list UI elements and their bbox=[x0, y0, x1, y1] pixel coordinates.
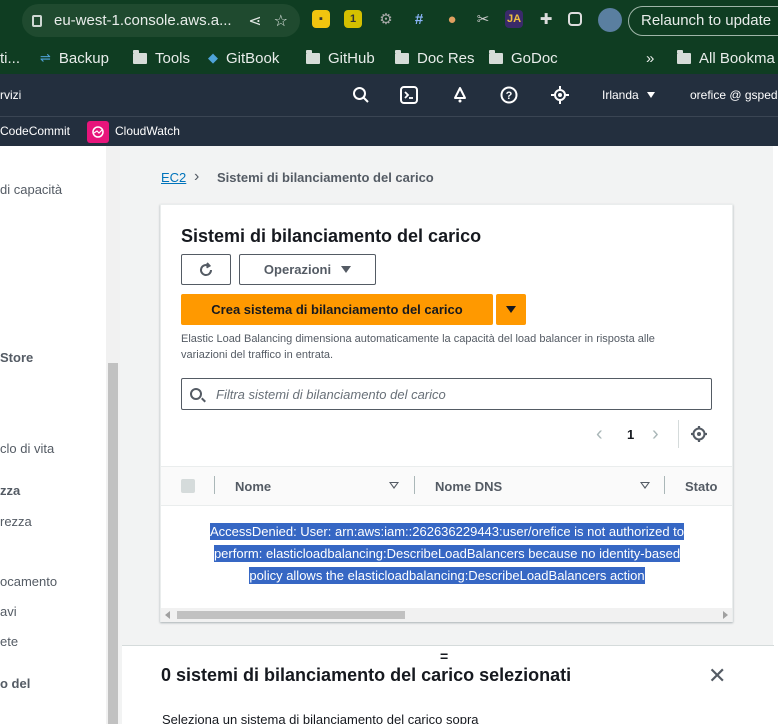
sidebar-item[interactable]: ete bbox=[0, 634, 18, 649]
sidebar-item[interactable]: ocamento bbox=[0, 574, 57, 589]
selection-hint: Seleziona un sistema di bilanciamento de… bbox=[162, 712, 479, 724]
sidebar-scroll-thumb[interactable] bbox=[108, 363, 118, 724]
column-header-dns[interactable]: Nome DNS bbox=[435, 479, 502, 494]
access-denied-error: AccessDenied: User: arn:aws:iam::2626362… bbox=[209, 523, 685, 584]
browser-toolbar: eu-west-1.console.aws.a... ⋖ ☆ ▪ 1 ⚙ # ●… bbox=[0, 0, 778, 42]
bookmark-backup[interactable]: ⇌ Backup bbox=[40, 42, 109, 74]
operations-dropdown[interactable]: Operazioni bbox=[239, 254, 376, 285]
extension-hash-icon[interactable]: # bbox=[410, 10, 428, 28]
breadcrumb-current: Sistemi di bilanciamento del carico bbox=[217, 170, 434, 185]
relaunch-button[interactable]: Relaunch to update bbox=[628, 6, 778, 36]
sidebar-item[interactable]: di capacità bbox=[0, 182, 62, 197]
bookmark-item[interactable]: ti... bbox=[0, 42, 20, 74]
sidebar-item[interactable]: clo di vita bbox=[0, 441, 54, 456]
filter-input[interactable]: Filtra sistemi di bilanciamento del cari… bbox=[181, 378, 712, 410]
extension-scissors-icon[interactable]: ✂ bbox=[474, 10, 492, 28]
search-icon bbox=[190, 388, 202, 400]
table-horizontal-scrollbar[interactable] bbox=[161, 608, 732, 622]
chevron-down-icon bbox=[646, 92, 655, 98]
folder-icon bbox=[489, 49, 503, 64]
next-page-icon[interactable]: › bbox=[652, 423, 659, 446]
folder-icon bbox=[677, 49, 691, 64]
sidepanel-icon[interactable] bbox=[568, 12, 582, 26]
scroll-left-icon[interactable] bbox=[165, 611, 170, 619]
extension-gear-icon[interactable]: ⚙ bbox=[377, 10, 395, 28]
filter-placeholder: Filtra sistemi di bilanciamento del cari… bbox=[216, 386, 446, 402]
gear-icon[interactable] bbox=[690, 425, 708, 448]
folder-icon bbox=[133, 49, 147, 64]
search-icon[interactable] bbox=[352, 74, 370, 116]
close-icon[interactable]: ✕ bbox=[708, 663, 726, 689]
bookmarks-bar: ti... ⇌ Backup Tools ◆ GitBook GitHub Doc … bbox=[0, 42, 778, 74]
sidebar-section: zza bbox=[0, 483, 21, 498]
gitbook-icon: ◆ bbox=[208, 50, 218, 65]
star-icon[interactable]: ☆ bbox=[274, 11, 288, 31]
extension-ja-icon[interactable]: JA bbox=[505, 10, 523, 28]
address-bar[interactable]: eu-west-1.console.aws.a... ⋖ ☆ bbox=[22, 4, 300, 37]
bookmarks-overflow[interactable]: » bbox=[646, 42, 654, 74]
favorite-cloudwatch[interactable]: CloudWatch bbox=[115, 124, 180, 138]
sort-icon[interactable] bbox=[389, 482, 399, 489]
extension-badge-icon[interactable]: 1 bbox=[344, 10, 362, 28]
sidebar-item[interactable]: rezza bbox=[0, 514, 32, 529]
help-icon[interactable]: ? bbox=[500, 74, 518, 116]
sort-icon[interactable] bbox=[640, 482, 650, 489]
bell-icon[interactable] bbox=[451, 74, 469, 116]
profile-avatar-icon[interactable] bbox=[598, 8, 622, 32]
favorites-bar: CodeCommit CloudWatch bbox=[0, 116, 778, 146]
create-load-balancer-button[interactable]: Crea sistema di bilanciamento del carico bbox=[181, 294, 493, 325]
column-divider[interactable] bbox=[664, 476, 665, 494]
share-icon[interactable]: ⋖ bbox=[248, 11, 261, 31]
page-title: Sistemi di bilanciamento del carico bbox=[181, 226, 482, 246]
scroll-thumb[interactable] bbox=[177, 611, 405, 619]
right-edge bbox=[773, 146, 778, 724]
folder-icon bbox=[306, 49, 320, 64]
bookmark-all[interactable]: All Bookma bbox=[677, 42, 775, 74]
column-header-state[interactable]: Stato bbox=[685, 479, 718, 494]
extension-cookie-icon[interactable]: ● bbox=[443, 10, 461, 28]
account-menu[interactable]: orefice @ gsped bbox=[690, 74, 778, 116]
lock-icon bbox=[32, 14, 42, 27]
favorite-codecommit[interactable]: CodeCommit bbox=[0, 124, 70, 138]
page-number[interactable]: 1 bbox=[627, 427, 634, 442]
column-header-name[interactable]: Nome bbox=[235, 479, 271, 494]
sidebar-section: Store bbox=[0, 350, 34, 365]
services-menu[interactable]: rvizi bbox=[0, 74, 21, 116]
bookmark-godoc[interactable]: GoDoc bbox=[489, 42, 558, 74]
terminal-icon[interactable] bbox=[400, 74, 418, 116]
backup-icon: ⇌ bbox=[40, 50, 51, 65]
selection-title: 0 sistemi di bilanciamento del carico se… bbox=[161, 665, 572, 685]
refresh-button[interactable] bbox=[181, 254, 231, 285]
bookmark-github[interactable]: GitHub bbox=[306, 42, 375, 74]
sidebar-section: o del bbox=[0, 676, 31, 691]
cloudwatch-icon[interactable] bbox=[87, 121, 109, 143]
bookmark-docres[interactable]: Doc Res bbox=[395, 42, 475, 74]
address-url[interactable]: eu-west-1.console.aws.a... bbox=[54, 12, 248, 29]
aws-console-header: rvizi ? Irlanda orefice @ gsped bbox=[0, 74, 778, 116]
chevron-down-icon bbox=[341, 266, 352, 273]
refresh-icon bbox=[200, 261, 213, 276]
create-options-dropdown[interactable] bbox=[496, 294, 526, 325]
chevron-right-icon: › bbox=[194, 168, 200, 185]
left-navigation: di capacità Store clo di vita zza rezza … bbox=[0, 146, 120, 724]
chevron-down-icon bbox=[506, 306, 516, 313]
column-divider bbox=[214, 476, 215, 494]
panel-description: Elastic Load Balancing dimensiona automa… bbox=[181, 333, 655, 361]
extensions-puzzle-icon[interactable]: ✚ bbox=[537, 10, 555, 28]
column-divider[interactable] bbox=[414, 476, 415, 494]
region-selector[interactable]: Irlanda bbox=[602, 74, 655, 116]
extension-note-icon[interactable]: ▪ bbox=[312, 10, 330, 28]
sidebar-item[interactable]: avi bbox=[0, 604, 17, 619]
previous-page-icon[interactable]: ‹ bbox=[596, 423, 603, 446]
svg-text:?: ? bbox=[506, 90, 513, 102]
select-all-checkbox[interactable] bbox=[181, 479, 195, 493]
folder-icon bbox=[395, 49, 409, 64]
pager-divider bbox=[678, 420, 679, 448]
scroll-right-icon[interactable] bbox=[723, 611, 728, 619]
bookmark-gitbook[interactable]: ◆ GitBook bbox=[208, 42, 279, 74]
bookmark-tools[interactable]: Tools bbox=[133, 42, 190, 74]
split-panel-handle[interactable]: = bbox=[440, 648, 448, 664]
settings-icon[interactable] bbox=[551, 74, 569, 116]
breadcrumb-ec2[interactable]: EC2 bbox=[161, 170, 186, 185]
